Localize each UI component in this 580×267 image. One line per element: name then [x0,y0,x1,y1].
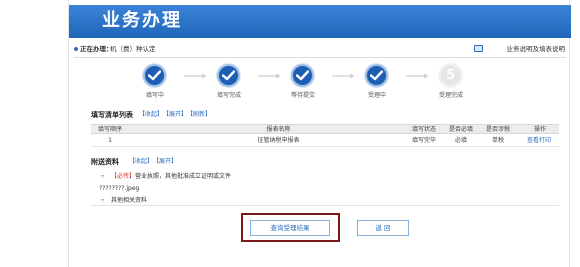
bullet-icon [74,47,78,51]
check-icon [365,64,388,87]
cell-order: 1 [108,137,112,144]
cell-status: 填写完毕 [411,137,436,144]
column-header: 是否涉税 [485,126,510,133]
chevron-down-icon[interactable]: ▿ [101,197,104,204]
check-icon [291,64,314,87]
cell-name: 征管纳税申报表 [257,137,300,144]
step-1: 填写中 [125,64,185,102]
guide-link[interactable]: 业务说明及填表说明 [507,42,566,56]
table-header: 填写顺序 报表名称 填写状态 是否必填 是否涉税 操作 [91,124,559,134]
divider [91,205,559,206]
back-button[interactable]: 返 回 [357,220,409,236]
form-list-links: 【收起】 【展开】 【刷新】 [139,110,214,120]
collapse-link[interactable]: 【收起】 [129,158,153,165]
column-header: 操作 [533,126,546,133]
chevron-down-icon[interactable]: ▿ [101,173,104,180]
column-header: 是否必填 [448,126,473,133]
form-list-title: 填写清单列表 [91,111,133,119]
refresh-link[interactable]: 【刷新】 [190,111,211,118]
attachments-title: 附送资料 [91,158,119,166]
expand-link[interactable]: 【展开】 [166,111,187,118]
attachment-item: ▿ 【必传】营业执照，其他批准成立证明或文件 [101,172,231,181]
step-5: 5 受理完成 [421,64,481,102]
check-icon [143,64,166,87]
table-row: 1 征管纳税申报表 填写完毕 必填 单税 查看打印 [91,135,559,147]
column-header: 填写顺序 [97,126,122,133]
column-header: 填写状态 [411,126,436,133]
content-panel: 业务办理 正在办理： 机（费）种认定 业务说明及填表说明 填写中 填写完成 等待… [68,0,571,267]
attachment-label: 营业执照，其他批准成立证明或文件 [135,173,232,180]
progress-steps: 填写中 填写完成 等待提交 受理中 5 受理完成 [69,64,571,102]
step-label: 受理完成 [438,92,463,99]
step-number: 5 [445,68,456,83]
step-number-badge: 5 [439,64,462,87]
page-title: 业务办理 [102,10,182,31]
step-label: 填写完成 [216,92,241,99]
handling-value: 机（费）种认定 [110,45,156,53]
step-2: 填写完成 [199,64,259,102]
cell-required: 必填 [454,137,467,144]
handling-label: 正在办理： [80,45,113,53]
view-print-link[interactable]: 查看打印 [519,135,559,147]
file-name[interactable]: ????????.jpeg [99,185,139,192]
attachment-item: ▿ 其他相关资料 [101,196,147,205]
step-3: 等待提交 [273,64,333,102]
check-icon [217,64,240,87]
attachment-label: 其他相关资料 [111,197,148,204]
collapse-link[interactable]: 【收起】 [139,111,163,118]
page: 业务办理 正在办理： 机（费）种认定 业务说明及填表说明 填写中 填写完成 等待… [0,0,580,267]
expand-link[interactable]: 【展开】 [156,158,177,165]
handling-bar: 正在办理： 机（费）种认定 业务说明及填表说明 [69,42,571,56]
header-banner: 业务办理 [69,5,571,38]
step-label: 等待提交 [290,92,315,99]
column-header: 报表名称 [266,126,291,133]
cell-tax: 单税 [491,137,504,144]
query-result-button[interactable]: 查询受理结果 [250,220,330,236]
divider [74,57,566,58]
highlight-frame: 查询受理结果 [241,213,340,242]
attachments-links: 【收起】 【展开】 [129,157,180,167]
step-label: 受理中 [367,92,386,99]
required-tag: 【必传】 [111,173,136,180]
attachment-file[interactable]: ????????.jpeg [99,184,139,193]
step-label: 填写中 [145,92,164,99]
step-4: 受理中 [347,64,407,102]
book-icon [474,45,483,52]
